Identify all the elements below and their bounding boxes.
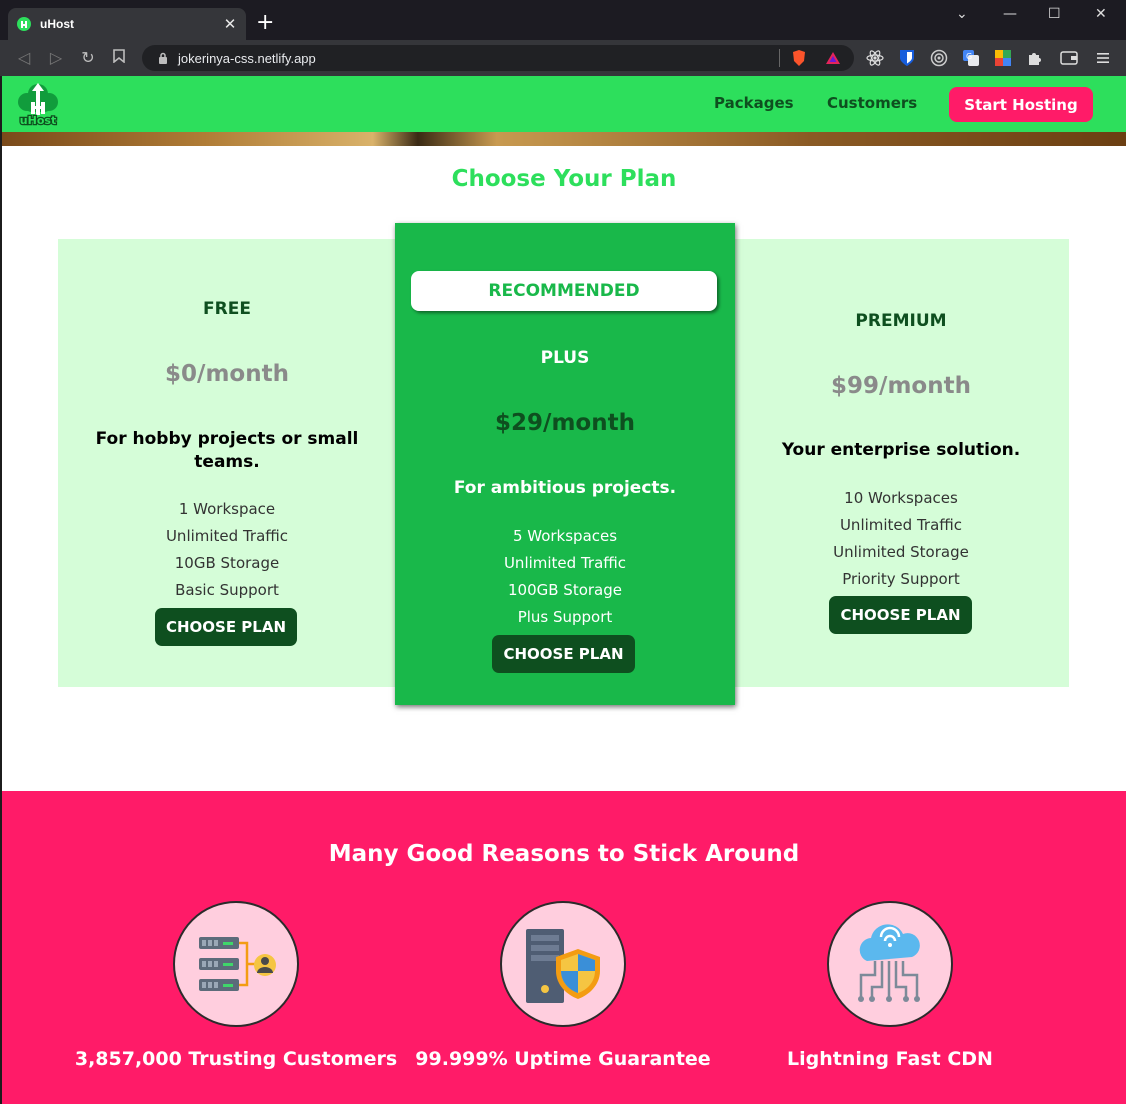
page-viewport: uHost Packages Customers Start Hosting C… — [2, 76, 1126, 1104]
servers-customer-icon — [173, 901, 299, 1027]
forward-icon[interactable]: ▷ — [46, 48, 66, 68]
plan-card-plus: RECOMMENDED PLUS $29/month For ambitious… — [395, 223, 735, 705]
plan-feature: 10 Workspaces — [844, 489, 958, 507]
plan-card-premium: PREMIUM $99/month Your enterprise soluti… — [733, 239, 1069, 687]
choose-plan-free-button[interactable]: CHOOSE PLAN — [155, 608, 297, 646]
url-text: jokerinya-css.netlify.app — [178, 50, 316, 66]
new-tab-icon[interactable]: + — [256, 12, 274, 34]
colorful-extension-icon[interactable] — [994, 49, 1012, 67]
reasons-section: Many Good Reasons to Stick Around 3,857,… — [2, 791, 1126, 1104]
bookmark-icon[interactable] — [109, 48, 129, 68]
plan-feature: 10GB Storage — [174, 554, 280, 572]
extensions-puzzle-icon[interactable] — [1026, 49, 1044, 67]
plan-feature: 1 Workspace — [178, 500, 276, 518]
brave-shield-icon[interactable] — [790, 49, 808, 67]
reasons-title: Many Good Reasons to Stick Around — [328, 841, 800, 867]
react-devtools-icon[interactable] — [866, 49, 884, 67]
back-icon[interactable]: ◁ — [14, 48, 34, 68]
plan-feature: Unlimited Traffic — [839, 516, 963, 534]
nav-packages-link[interactable]: Packages — [714, 94, 794, 112]
browser-toolbar: ◁ ▷ ↻ jokerinya-css.netlify.app G — [0, 40, 1126, 76]
plan-description: Your enterprise solution. — [781, 440, 1021, 460]
brave-rewards-icon[interactable] — [824, 49, 842, 67]
reason-label: Lightning Fast CDN — [787, 1048, 993, 1070]
omnibox-divider — [779, 49, 780, 67]
reason-label: 99.999% Uptime Guarantee — [415, 1048, 711, 1070]
target-extension-icon[interactable] — [930, 49, 948, 67]
nav-customers-link[interactable]: Customers — [827, 94, 917, 112]
plan-price: $99/month — [831, 373, 971, 399]
recommended-badge: RECOMMENDED — [411, 271, 717, 311]
plan-feature: Priority Support — [842, 570, 960, 588]
uhost-logo[interactable]: uHost — [14, 80, 62, 128]
minimize-icon[interactable]: — — [1003, 6, 1017, 22]
close-window-icon[interactable]: ✕ — [1095, 6, 1107, 22]
address-bar[interactable]: jokerinya-css.netlify.app — [142, 45, 854, 71]
plan-description: For ambitious projects. — [453, 478, 677, 498]
translate-icon[interactable]: G — [962, 49, 980, 67]
bitwarden-icon[interactable] — [898, 49, 916, 67]
plan-name: PREMIUM — [855, 311, 947, 331]
plan-feature: Unlimited Traffic — [503, 554, 627, 572]
plan-feature: 5 Workspaces — [512, 527, 618, 545]
lock-icon — [156, 51, 170, 65]
choose-plan-plus-button[interactable]: CHOOSE PLAN — [492, 635, 635, 673]
plans-section-title: Choose Your Plan — [451, 166, 677, 192]
browser-menu-icon[interactable] — [1094, 49, 1112, 67]
plan-description: For hobby projects or small teams. — [95, 429, 359, 472]
plan-price: $0/month — [165, 361, 289, 387]
svg-text:G: G — [966, 52, 972, 61]
tab-search-chevron-icon[interactable]: ⌄ — [956, 6, 968, 22]
plan-feature: Unlimited Storage — [833, 543, 969, 561]
plan-feature: Unlimited Traffic — [165, 527, 289, 545]
reload-icon[interactable]: ↻ — [78, 48, 98, 68]
plan-name: FREE — [203, 299, 251, 319]
server-shield-icon — [500, 901, 626, 1027]
site-header: uHost Packages Customers Start Hosting — [2, 76, 1126, 132]
reason-label: 3,857,000 Trusting Customers — [74, 1048, 398, 1070]
wallet-icon[interactable] — [1060, 49, 1078, 67]
start-hosting-button[interactable]: Start Hosting — [949, 87, 1093, 122]
plan-price: $29/month — [495, 410, 635, 436]
browser-tab[interactable]: uHost ✕ — [8, 8, 246, 40]
plan-name: PLUS — [540, 348, 590, 368]
choose-plan-premium-button[interactable]: CHOOSE PLAN — [829, 596, 972, 634]
plan-feature: Plus Support — [517, 608, 613, 626]
tab-close-icon[interactable]: ✕ — [222, 15, 238, 33]
browser-titlebar: uHost ✕ + ⌄ — ☐ ✕ — [0, 0, 1126, 40]
cloud-network-icon — [827, 901, 953, 1027]
hero-image-edge — [2, 132, 1126, 146]
plan-card-free: FREE $0/month For hobby projects or smal… — [58, 239, 396, 687]
maximize-icon[interactable]: ☐ — [1048, 6, 1061, 22]
plan-feature: Basic Support — [175, 581, 279, 599]
uhost-favicon-icon — [16, 16, 32, 32]
tab-title: uHost — [40, 17, 74, 31]
plan-feature: 100GB Storage — [507, 581, 622, 599]
logo-text: uHost — [20, 114, 56, 127]
